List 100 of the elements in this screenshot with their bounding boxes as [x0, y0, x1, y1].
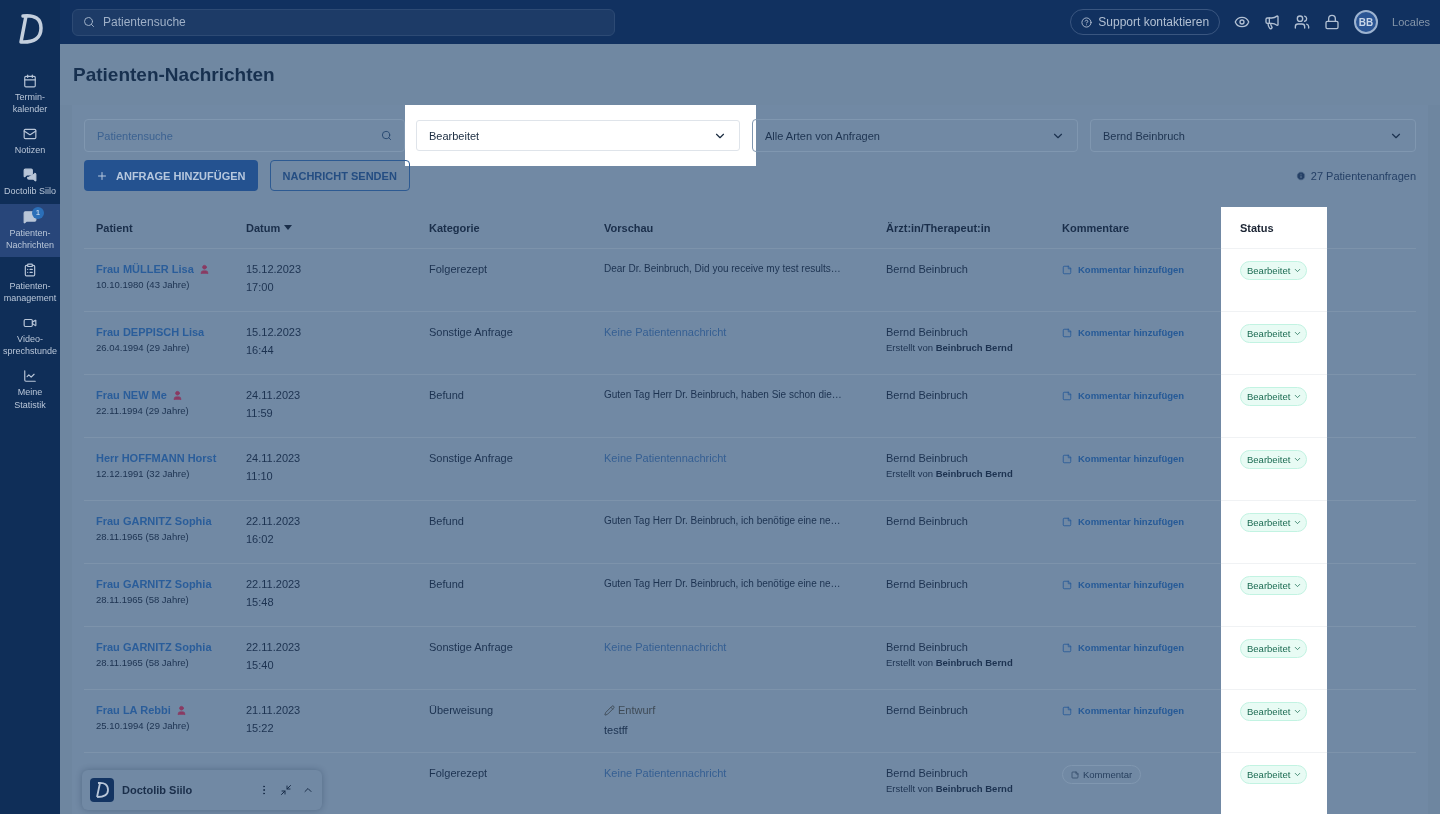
category-text: Sonstige Anfrage: [429, 452, 514, 464]
doctor-select[interactable]: Bernd Beinbruch: [1090, 119, 1416, 152]
search-icon: [83, 16, 95, 28]
plus-icon: [96, 169, 108, 182]
date-text: 22.11.2023: [246, 515, 302, 527]
column-header[interactable]: Patient: [84, 207, 234, 248]
doctor-name: Bernd Beinbruch: [886, 389, 969, 401]
time-text: 16:02: [246, 533, 275, 545]
add-comment-link[interactable]: Kommentar hinzufügen: [1062, 642, 1213, 653]
created-by-text: Erstellt von Beinbruch Bernd: [886, 342, 1014, 353]
category-text: Befund: [429, 389, 465, 401]
date-text: 21.11.2023: [246, 704, 302, 716]
users-icon[interactable]: [1294, 14, 1311, 30]
note-icon: [1062, 453, 1072, 464]
message-preview: Guten Tag Herr Dr. Beinbruch, ich benötige eine ne…: [604, 578, 841, 589]
message-preview: Guten Tag Herr Dr. Beinbruch, haben Sie schon die…: [604, 389, 842, 400]
birth-date: 12.12.1991 (32 Jahre): [96, 468, 191, 479]
status-filter-select[interactable]: Bearbeitet: [416, 120, 740, 151]
mail-icon: [23, 127, 37, 142]
status-dropdown[interactable]: Bearbeitet: [1240, 324, 1308, 343]
sidebar-item[interactable]: Patienten-management: [0, 256, 60, 311]
sidebar-item[interactable]: Video-sprechstunde: [0, 310, 60, 364]
sidebar-item[interactable]: Meine Statistik: [0, 363, 60, 417]
time-text: 17:00: [246, 281, 275, 293]
doctor-name: Bernd Beinbruch: [886, 326, 969, 338]
locale-label[interactable]: Locales: [1392, 16, 1430, 28]
time-text: 15:40: [246, 659, 275, 671]
doctor-name: Bernd Beinbruch: [886, 452, 969, 464]
note-icon: [1062, 264, 1072, 275]
column-header[interactable]: Datum: [234, 207, 417, 248]
birth-date: 25.10.1994 (29 Jahre): [96, 720, 191, 731]
message-preview: Dear Dr. Beinbruch, Did you receive my test results…: [604, 263, 841, 274]
sidebar-item[interactable]: 1 Patienten-Nachrichten: [0, 203, 60, 257]
sidebar-item[interactable]: Doctolib Siilo: [0, 162, 60, 204]
megaphone-icon[interactable]: [1264, 14, 1281, 30]
created-by-text: Erstellt von Beinbruch Bernd: [886, 468, 1014, 479]
note-icon: [1062, 390, 1072, 401]
add-comment-link[interactable]: Kommentar hinzufügen: [1062, 516, 1213, 527]
minimize-icon[interactable]: [280, 784, 292, 796]
lock-icon[interactable]: [1324, 14, 1341, 30]
status-dropdown[interactable]: Bearbeitet: [1240, 702, 1308, 721]
doctor-name: Bernd Beinbruch: [886, 578, 969, 590]
column-header[interactable]: Vorschau: [592, 207, 874, 248]
add-comment-link[interactable]: Kommentar hinzufügen: [1062, 453, 1213, 464]
status-dropdown[interactable]: Bearbeitet: [1240, 639, 1308, 658]
status-dropdown[interactable]: Bearbeitet: [1240, 261, 1308, 280]
add-comment-link[interactable]: Kommentar hinzufügen: [1062, 390, 1213, 401]
status-dropdown[interactable]: Bearbeitet: [1240, 387, 1308, 406]
chevron-down-icon: [1293, 392, 1303, 401]
time-text: 15:48: [246, 596, 275, 608]
draft-label: Entwurf: [604, 704, 866, 716]
chevron-down-icon: [1293, 329, 1303, 338]
add-request-button[interactable]: ANFRAGE HINZUFÜGEN: [84, 160, 258, 191]
chevron-down-icon: [1293, 518, 1303, 527]
add-comment-link[interactable]: Kommentar hinzufügen: [1062, 264, 1213, 275]
column-header[interactable]: Kategorie: [417, 207, 592, 248]
doctor-name: Bernd Beinbruch: [886, 263, 969, 275]
note-icon: [1062, 579, 1072, 590]
column-header[interactable]: Kommentare: [1050, 207, 1221, 248]
search-icon: [381, 130, 392, 141]
status-dropdown[interactable]: Bearbeitet: [1240, 513, 1308, 532]
date-text: 15.12.2023: [246, 263, 303, 275]
help-icon: [1081, 16, 1093, 28]
user-avatar[interactable]: BB: [1354, 10, 1379, 34]
doctor-name: Bernd Beinbruch: [886, 515, 969, 527]
sidebar-item[interactable]: Notizen: [0, 121, 60, 163]
page-title: Patienten-Nachrichten: [73, 63, 275, 86]
clipboard-icon: [23, 262, 37, 277]
birth-date: 26.04.1994 (29 Jahre): [96, 342, 191, 353]
chat-widget[interactable]: Doctolib Siilo: [82, 770, 322, 810]
status-dropdown[interactable]: Bearbeitet: [1240, 576, 1308, 595]
birth-date: 10.10.1980 (43 Jahre): [96, 279, 191, 290]
add-comment-link[interactable]: Kommentar hinzufügen: [1062, 327, 1213, 338]
category-text: Folgerezept: [429, 767, 489, 779]
note-icon: [1062, 705, 1072, 716]
search-field[interactable]: Patientensuche: [72, 8, 615, 36]
time-text: 11:59: [246, 407, 274, 419]
time-text: 15:22: [246, 722, 275, 734]
status-dropdown[interactable]: Bearbeitet: [1240, 765, 1308, 784]
add-comment-link[interactable]: Kommentar hinzufügen: [1062, 579, 1213, 590]
note-icon: [1071, 770, 1079, 779]
note-icon: [1062, 327, 1072, 338]
eye-icon[interactable]: [1234, 14, 1251, 30]
time-text: 16:44: [246, 344, 275, 356]
status-dropdown[interactable]: Bearbeitet: [1240, 450, 1308, 469]
note-icon: [1062, 516, 1072, 527]
column-header[interactable]: Ärzt:in/Therapeut:in: [874, 207, 1050, 248]
category-text: Folgerezept: [429, 263, 489, 275]
category-text: Befund: [429, 578, 465, 590]
message-preview: Guten Tag Herr Dr. Beinbruch, ich benötige eine ne…: [604, 515, 841, 526]
chevron-down-icon: [1293, 455, 1303, 464]
time-text: 11:10: [246, 470, 274, 482]
column-header[interactable]: Status: [1221, 207, 1327, 248]
chevron-down-icon: [1293, 266, 1303, 275]
add-comment-link[interactable]: Kommentar hinzufügen: [1062, 705, 1213, 716]
request-type-select[interactable]: Alle Arten von Anfragen: [752, 119, 1078, 152]
send-message-button[interactable]: NACHRICHT SENDEN: [269, 160, 410, 191]
request-count: 27 Patientenanfragen: [1295, 169, 1416, 182]
date-text: 22.11.2023: [246, 578, 302, 590]
sidebar-item[interactable]: Termin-kalender: [0, 68, 60, 122]
